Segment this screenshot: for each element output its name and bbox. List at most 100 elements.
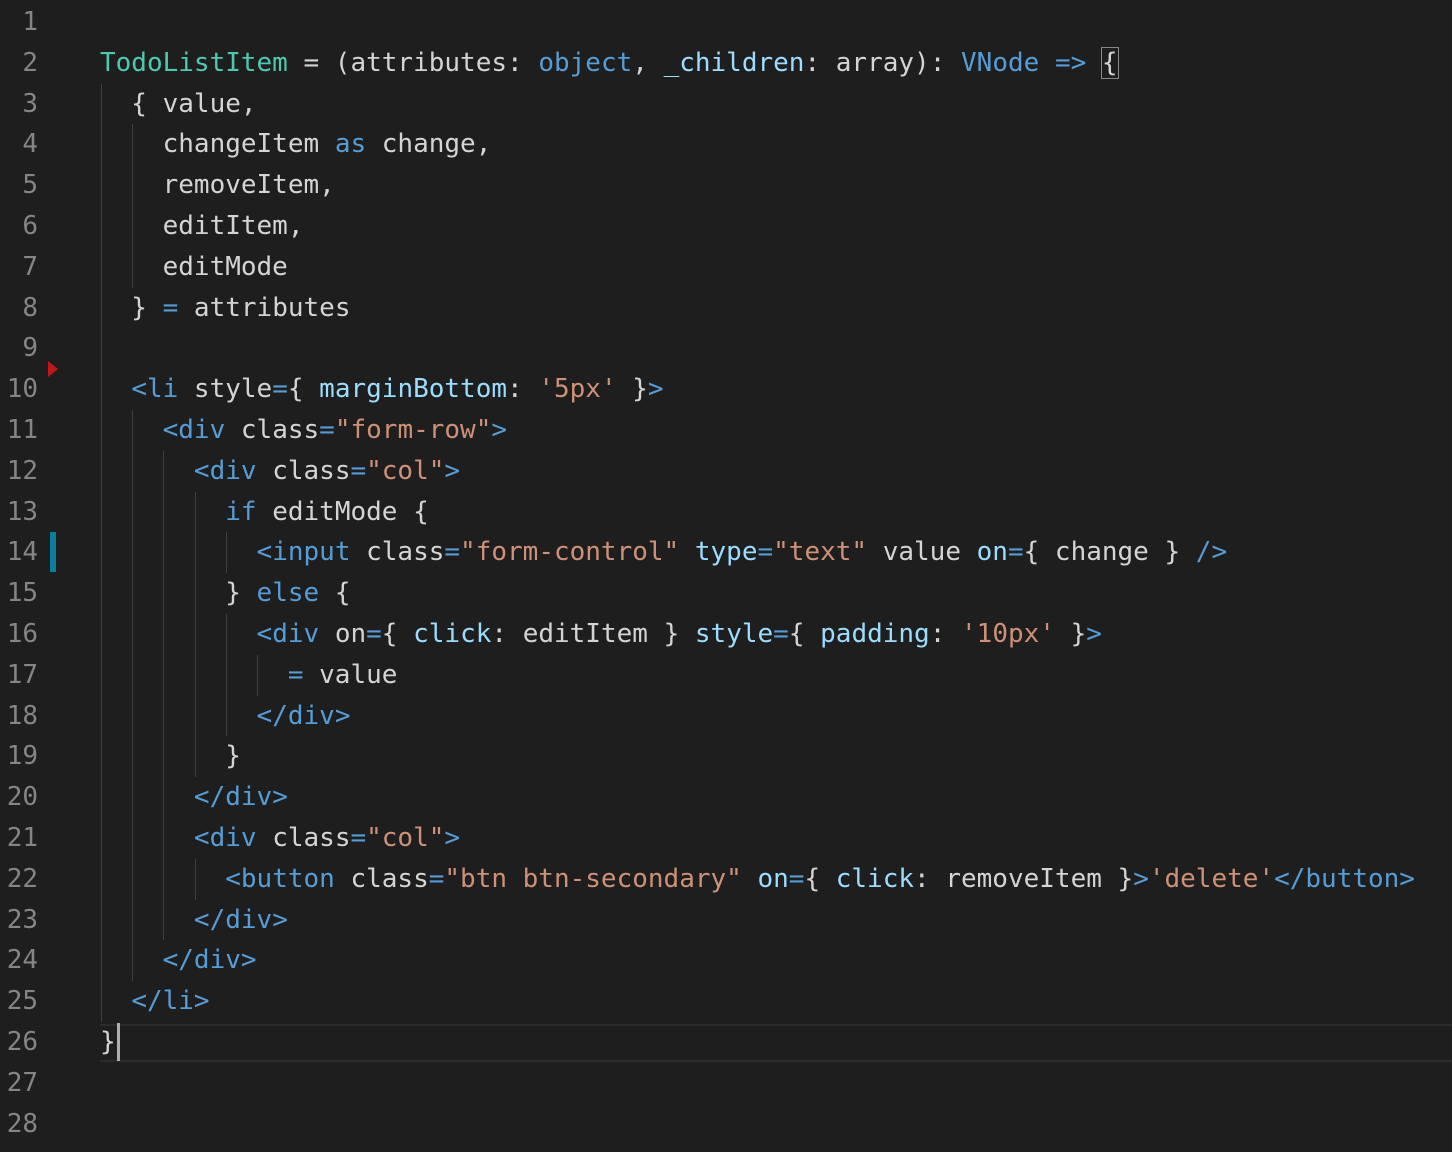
- code-token: </div>: [162, 945, 257, 976]
- breakpoint-marker-icon[interactable]: [48, 361, 58, 378]
- code-token: style: [178, 374, 273, 405]
- code-token: "col": [366, 455, 445, 486]
- code-token: editMode {: [256, 496, 429, 527]
- code-token: >: [1086, 619, 1102, 649]
- code-token: click: [835, 863, 915, 894]
- code-token: >: [491, 415, 508, 445]
- code-token: editMode: [100, 251, 288, 282]
- line-number: 19: [6, 741, 38, 772]
- code-token: if: [225, 496, 257, 527]
- line-number: 26: [6, 1027, 38, 1057]
- code-token: =: [773, 619, 789, 649]
- line-number: 7: [22, 251, 38, 282]
- code-token: : removeItem }: [914, 863, 1134, 894]
- code-line: { value,: [100, 84, 257, 125]
- code-token: {: [319, 578, 351, 609]
- code-token: <div: [193, 455, 257, 486]
- code-text-area[interactable]: TodoListItem = (attributes: object, _chi…: [100, 0, 1452, 1152]
- code-line: editMode: [100, 247, 288, 288]
- line-number: 24: [6, 945, 38, 976]
- code-token: { value,: [100, 88, 257, 119]
- line-number: 16: [6, 619, 38, 649]
- code-line: if editMode {: [100, 492, 429, 533]
- code-token: =: [272, 374, 288, 405]
- line-number: 4: [22, 129, 38, 160]
- code-line: <li style={ marginBottom: '5px' }>: [100, 369, 663, 410]
- code-token: { change }: [1023, 537, 1196, 568]
- code-line: } else {: [100, 573, 350, 614]
- code-token: =>: [1054, 47, 1087, 78]
- line-number: 9: [22, 333, 38, 364]
- code-line: <input class="form-control" type="text" …: [100, 532, 1228, 573]
- line-number: 3: [22, 88, 38, 119]
- code-token: >: [444, 823, 461, 853]
- code-token: value: [303, 659, 398, 690]
- code-line: <div class="form-row">: [100, 410, 507, 451]
- code-token: =: [366, 619, 382, 649]
- code-token: on: [976, 537, 1008, 568]
- line-number-gutter[interactable]: 1 2 3 4 5 6 7 8 9 10 11 12 13 14 15 16 17 18 19 20 21 22 23 24 2…: [0, 0, 70, 1152]
- code-line: </div>: [100, 940, 257, 981]
- code-token: :: [804, 47, 836, 78]
- code-line: <div class="col">: [100, 451, 460, 492]
- code-token: =: [162, 292, 179, 323]
- code-token: on: [319, 619, 367, 649]
- code-line: </li>: [100, 981, 209, 1022]
- code-token: class: [334, 863, 429, 894]
- code-token: attributes: [178, 292, 351, 323]
- line-number: 10: [6, 374, 38, 405]
- code-line: changeItem as change,: [100, 124, 492, 165]
- code-line: <div on={ click: editItem } style={ padd…: [100, 614, 1102, 655]
- code-token: attributes: [350, 47, 508, 78]
- code-token: <button: [225, 863, 335, 894]
- code-token: "btn btn-secondary": [444, 863, 742, 894]
- code-token: }: [100, 578, 257, 609]
- code-token: =: [428, 863, 445, 894]
- code-token: {: [804, 863, 836, 894]
- code-token: _children: [663, 47, 805, 78]
- modified-line-indicator[interactable]: [50, 532, 56, 573]
- line-number: 15: [6, 578, 38, 609]
- matched-brace: {: [1100, 46, 1119, 79]
- code-token: }: [100, 741, 241, 772]
- code-token: {: [381, 619, 414, 649]
- line-number: 18: [6, 700, 38, 731]
- code-line: editItem,: [100, 206, 304, 247]
- code-token: =: [1007, 537, 1024, 568]
- code-line: }: [100, 1022, 116, 1063]
- code-token: editItem,: [100, 211, 304, 241]
- line-number: 14: [6, 537, 38, 568]
- text-cursor: [116, 1023, 120, 1061]
- line-number: 11: [6, 415, 38, 445]
- line-number: 6: [22, 211, 38, 241]
- code-token: <div: [193, 823, 257, 853]
- code-token: removeItem,: [100, 170, 335, 201]
- line-number: 17: [6, 659, 38, 690]
- code-token: <div: [256, 619, 320, 649]
- code-token: <input: [256, 537, 351, 568]
- code-token: =: [757, 537, 774, 568]
- code-line: <button class="btn btn-secondary" on={ c…: [100, 859, 1415, 900]
- line-number: 28: [6, 1108, 38, 1139]
- code-line: }: [100, 736, 241, 777]
- code-token: }: [1054, 619, 1087, 649]
- code-editor[interactable]: 1 2 3 4 5 6 7 8 9 10 11 12 13 14 15 16 17 18 19 20 21 22 23 24 2…: [0, 0, 1452, 1152]
- code-token: style: [694, 619, 774, 649]
- line-number: 8: [22, 292, 38, 323]
- code-token: type: [694, 537, 758, 568]
- code-token: }: [100, 1027, 116, 1057]
- code-token: =: [444, 537, 461, 568]
- code-token: class: [256, 823, 351, 853]
- code-token: </div>: [193, 782, 288, 813]
